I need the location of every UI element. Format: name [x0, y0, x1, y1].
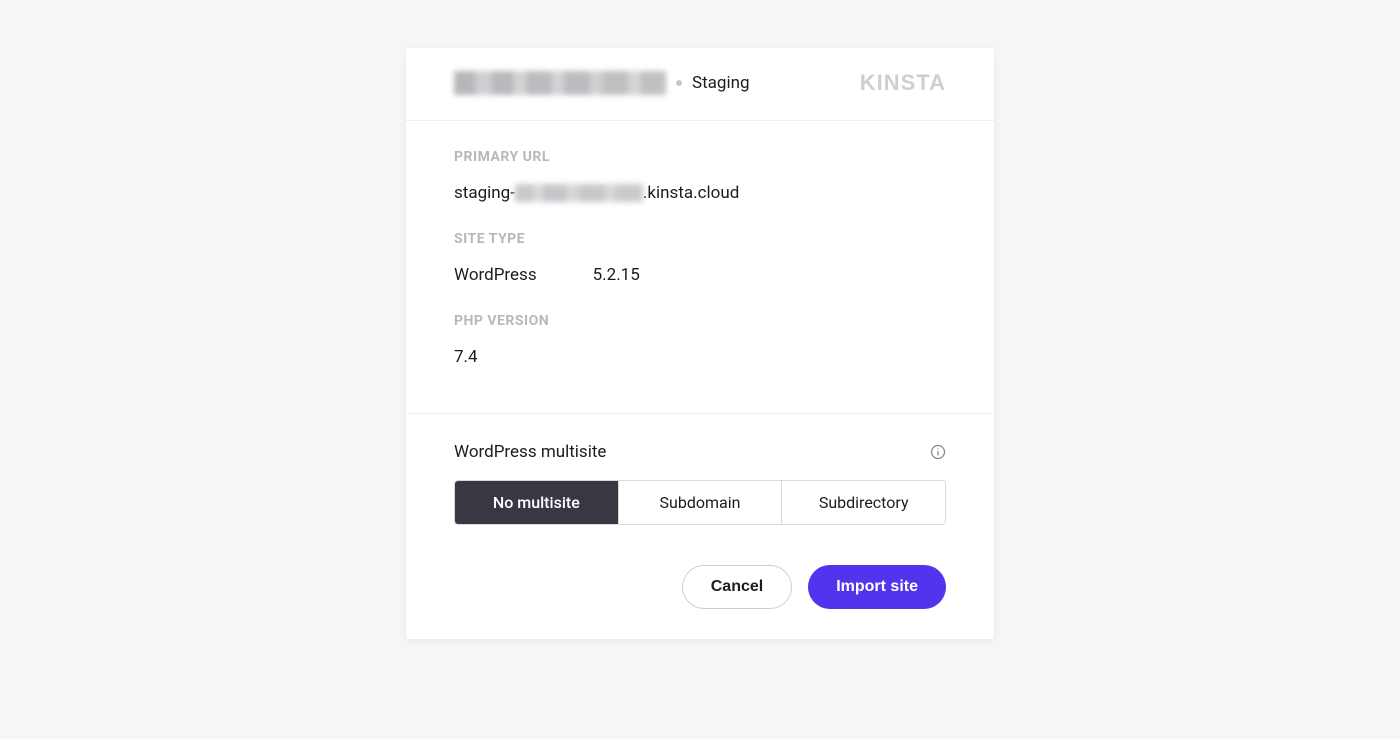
primary-url-label: PRIMARY URL: [454, 149, 946, 165]
site-type-value: WordPress 5.2.15: [454, 265, 946, 285]
multisite-segmented-control: No multisite Subdomain Subdirectory: [454, 480, 946, 525]
import-site-card: Staging KINSTA PRIMARY URL staging- .kins…: [406, 48, 994, 639]
segment-subdirectory[interactable]: Subdirectory: [782, 481, 945, 524]
card-lower: WordPress multisite No multisite Subdoma…: [406, 414, 994, 639]
segment-subdomain[interactable]: Subdomain: [619, 481, 783, 524]
environment-label: Staging: [692, 73, 750, 93]
primary-url-prefix: staging-: [454, 183, 515, 203]
multisite-header: WordPress multisite: [454, 442, 946, 462]
php-version-value: 7.4: [454, 347, 946, 367]
footer-actions: Cancel Import site: [454, 565, 946, 609]
site-name-redacted: [454, 71, 666, 95]
multisite-label: WordPress multisite: [454, 442, 606, 462]
cancel-button[interactable]: Cancel: [682, 565, 792, 609]
site-type-name: WordPress: [454, 265, 537, 285]
site-type-version: 5.2.15: [593, 265, 640, 285]
primary-url-value: staging- .kinsta.cloud: [454, 183, 946, 203]
import-site-button[interactable]: Import site: [808, 565, 946, 609]
card-body: PRIMARY URL staging- .kinsta.cloud SITE T…: [406, 121, 994, 413]
site-type-label: SITE TYPE: [454, 231, 946, 247]
card-header: Staging KINSTA: [406, 48, 994, 120]
kinsta-logo: KINSTA: [860, 70, 946, 96]
php-version-label: PHP VERSION: [454, 313, 946, 329]
segment-no-multisite[interactable]: No multisite: [455, 481, 619, 524]
header-left: Staging: [454, 71, 750, 95]
info-icon[interactable]: [930, 444, 946, 460]
primary-url-suffix: .kinsta.cloud: [643, 183, 739, 203]
separator-dot: [676, 80, 682, 86]
primary-url-redacted: [515, 184, 643, 202]
